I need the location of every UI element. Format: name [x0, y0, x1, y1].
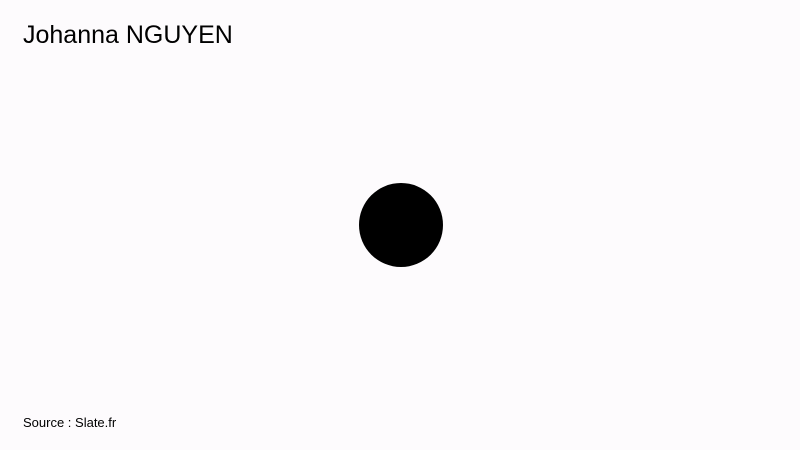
black-circle	[359, 183, 443, 267]
source-caption: Source : Slate.fr	[23, 415, 117, 430]
slide: Johanna NGUYEN Source : Slate.fr	[0, 0, 800, 450]
author-title: Johanna NGUYEN	[23, 21, 233, 49]
